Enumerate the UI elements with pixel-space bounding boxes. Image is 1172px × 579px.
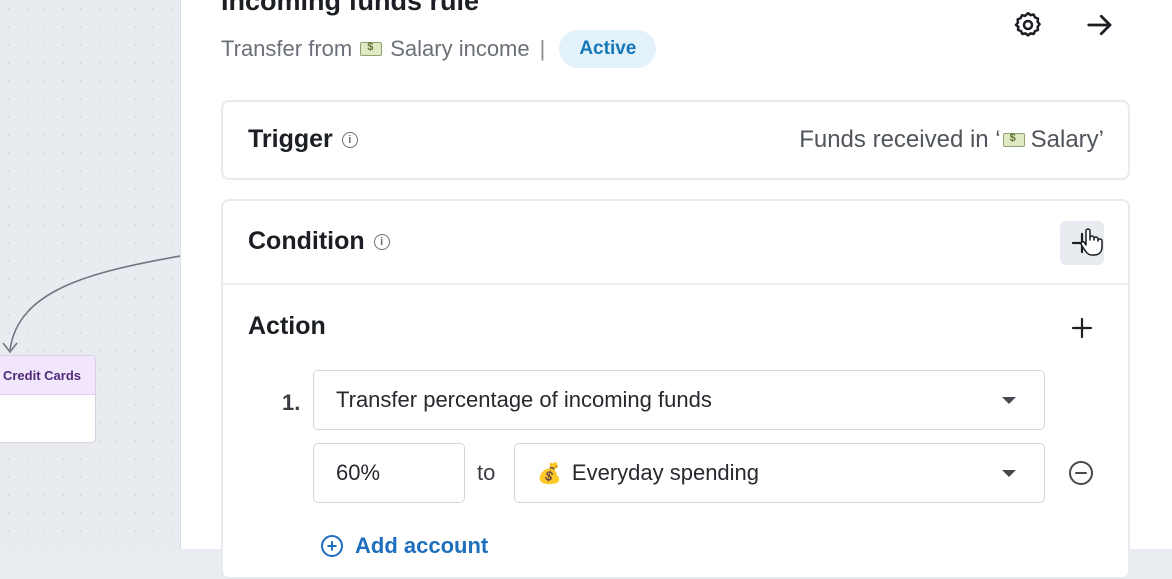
condition-action-card: Condition i Action 1. Transfer percentag… — [221, 199, 1130, 579]
to-label: to — [477, 460, 496, 485]
add-account-label: Add account — [355, 533, 489, 558]
workflow-canvas[interactable]: Credit Cards — [0, 0, 180, 549]
section-divider — [223, 283, 1128, 285]
hand-cursor-icon — [1080, 228, 1103, 256]
trigger-label: Trigger — [248, 125, 333, 153]
subtitle-prefix: Transfer from — [221, 36, 353, 61]
step-number: 1. — [282, 390, 301, 415]
remove-account-button[interactable] — [1059, 451, 1103, 495]
add-account-link[interactable]: + Add account — [321, 533, 488, 559]
subtitle-account: Salary income — [390, 36, 530, 61]
percentage-input[interactable]: 60% — [313, 443, 465, 503]
chevron-down-icon — [1002, 470, 1016, 477]
credit-cards-node[interactable]: Credit Cards — [0, 355, 96, 443]
status-badge: Active — [559, 30, 657, 68]
destination-account-select[interactable]: 💰 Everyday spending — [514, 443, 1045, 503]
node-title: Credit Cards — [0, 356, 95, 395]
trigger-heading: Trigger i — [248, 125, 358, 154]
info-icon[interactable]: i — [373, 233, 390, 250]
add-condition-button[interactable] — [1060, 221, 1104, 265]
connector-edge — [2, 255, 180, 354]
destination-account-value: Everyday spending — [571, 460, 760, 485]
money-bag-icon: 💰 — [537, 462, 562, 485]
trigger-value-prefix: Funds received in ‘ — [799, 126, 1001, 153]
add-action-button[interactable] — [1060, 306, 1104, 350]
rule-panel: Incoming funds rule Transfer from Salary… — [180, 0, 1172, 579]
arrow-right-icon[interactable] — [1083, 8, 1117, 42]
rule-subtitle: Transfer from Salary income | Active — [221, 30, 657, 68]
plus-circle-icon: + — [321, 535, 343, 557]
page-title: Incoming funds rule — [221, 0, 480, 16]
money-icon — [1002, 132, 1025, 147]
condition-heading: Condition i — [248, 227, 390, 256]
trigger-value-account: Salary’ — [1030, 126, 1104, 153]
condition-label: Condition — [248, 227, 365, 255]
action-type-select[interactable]: Transfer percentage of incoming funds — [313, 370, 1045, 430]
action-type-value: Transfer percentage of incoming funds — [336, 387, 712, 412]
money-icon — [360, 41, 383, 56]
gear-icon[interactable] — [1011, 8, 1045, 42]
trigger-value: Funds received in ‘ Salary’ — [799, 126, 1104, 154]
subtitle-separator: | — [539, 36, 546, 61]
info-icon[interactable]: i — [341, 131, 358, 148]
action-label: Action — [248, 312, 326, 340]
chevron-down-icon — [1002, 397, 1016, 404]
plus-icon — [1071, 317, 1093, 339]
percentage-value: 60% — [336, 460, 381, 485]
minus-circle-icon — [1069, 461, 1093, 485]
action-heading: Action — [248, 312, 326, 341]
trigger-card[interactable]: Trigger i Funds received in ‘ Salary’ — [221, 100, 1130, 180]
